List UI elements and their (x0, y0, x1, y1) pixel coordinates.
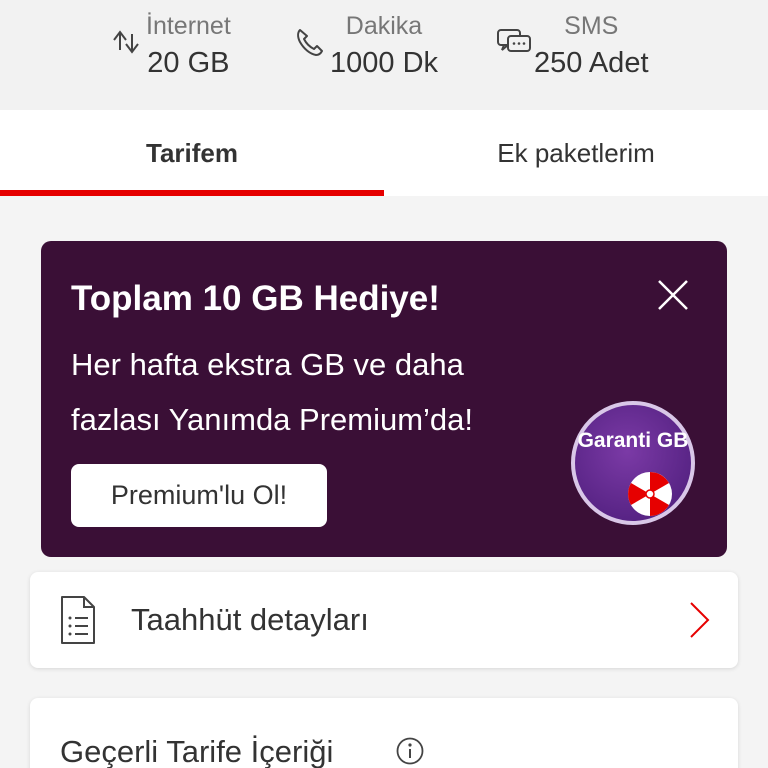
close-icon[interactable] (653, 275, 693, 315)
tab-ek-paketlerim[interactable]: Ek paketlerim (384, 110, 768, 196)
usage-sms[interactable]: SMS 250 Adet (494, 8, 649, 82)
premium-button[interactable]: Premium'lu Ol! (71, 464, 327, 527)
usage-summary: İnternet 20 GB Dakika 1000 Dk SMS 250 Ad… (0, 0, 768, 110)
data-transfer-icon (113, 30, 139, 54)
internet-label: İnternet (146, 12, 231, 40)
tab-tarifem[interactable]: Tarifem (0, 110, 384, 196)
document-icon (61, 596, 95, 644)
info-icon[interactable] (396, 737, 424, 765)
section-title: Geçerli Tarife İçeriği (60, 734, 334, 768)
usage-dakika[interactable]: Dakika 1000 Dk (290, 8, 438, 82)
taahhut-details-row[interactable]: Taahhüt detayları (30, 572, 738, 668)
dakika-label: Dakika (345, 12, 423, 40)
garanti-gb-badge: Garanti GB (571, 401, 695, 525)
sms-label: SMS (564, 12, 619, 40)
prize-wheel-icon (628, 472, 672, 516)
sms-value: 250 Adet (534, 47, 649, 79)
tariff-content-section: Geçerli Tarife İçeriği (30, 698, 738, 768)
chevron-right-icon (690, 602, 710, 638)
chat-icon (497, 29, 531, 52)
badge-text: Garanti GB (577, 429, 689, 452)
promo-title: Toplam 10 GB Hediye! (71, 279, 440, 318)
tab-bar: Tarifem Ek paketlerim (0, 110, 768, 196)
taahhut-label: Taahhüt detayları (131, 602, 369, 637)
internet-value: 20 GB (147, 47, 230, 79)
phone-icon (297, 29, 323, 56)
promo-description: Her hafta ekstra GB ve daha fazlası Yanı… (71, 347, 474, 437)
promo-card: Toplam 10 GB Hediye! Her hafta ekstra GB… (41, 241, 727, 557)
dakika-value: 1000 Dk (330, 47, 439, 79)
usage-internet[interactable]: İnternet 20 GB (106, 8, 231, 82)
